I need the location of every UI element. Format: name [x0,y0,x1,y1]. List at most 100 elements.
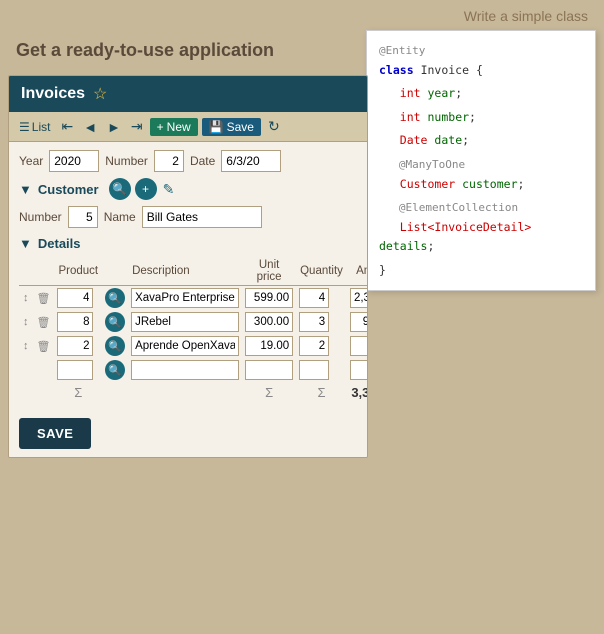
customer-name-label: Name [104,210,136,224]
customer-row: Number Name [19,206,357,228]
date-input[interactable] [221,150,281,172]
details-label: Details [38,236,81,251]
description-input[interactable] [131,312,239,332]
col-price-header: Unit price [242,257,296,286]
amount-input [350,336,368,356]
table-row-empty: 🔍 [19,358,368,382]
amount-input [350,312,368,332]
code-line-2: class Invoice { [379,61,583,81]
row-delete-button[interactable]: 🗑 [36,315,52,330]
product-search-button[interactable]: 🔍 [105,312,125,332]
product-input[interactable] [57,312,93,332]
customer-section-header: ▼ Customer 🔍 + ✎ [19,178,357,200]
col-amount-header: Amount [347,257,368,286]
customer-search-button[interactable]: 🔍 [109,178,131,200]
quantity-input-empty[interactable] [299,360,329,380]
row-delete-button[interactable]: 🗑 [36,339,52,354]
details-section: ▼ Details Product Description Unit price… [19,236,357,402]
top-right-label: Write a simple class [0,0,604,28]
table-row: ↕ 🗑 🔍 [19,334,368,358]
new-button[interactable]: + New [150,118,198,136]
quantity-input[interactable] [299,312,329,332]
product-search-button[interactable]: 🔍 [105,288,125,308]
customer-add-button[interactable]: + [135,178,157,200]
toolbar: ☰ List ⇤ ◄ ► ⇥ + New 💾 Save ↻ [9,112,367,142]
product-search-button[interactable]: 🔍 [105,336,125,356]
description-input[interactable] [131,288,239,308]
list-button[interactable]: ☰ List [15,118,54,136]
code-line-6: @ManyToOne [379,155,583,175]
table-row: ↕ 🗑 🔍 [19,286,368,311]
amount-input [350,288,368,308]
unit-price-input[interactable] [245,336,293,356]
save-icon: 💾 [209,120,224,134]
customer-number-input[interactable] [68,206,98,228]
customer-label: Customer [38,182,99,197]
amount-input-empty [350,360,368,380]
row-delete-button[interactable]: 🗑 [36,291,52,306]
quantity-input[interactable] [299,288,329,308]
details-toggle[interactable]: ▼ [19,236,32,251]
panel-title: Invoices [21,85,85,103]
unit-price-input[interactable] [245,312,293,332]
prev-button[interactable]: ◄ [80,117,100,137]
code-line-3: int year; [379,84,583,104]
sigma-qty: Σ [296,382,347,402]
new-label: New [167,120,191,134]
first-button[interactable]: ⇤ [58,116,76,137]
year-label: Year [19,154,43,168]
bottom-bar: SAVE [9,410,367,457]
description-input[interactable] [131,336,239,356]
col-description-header: Description [128,257,242,286]
code-line-1: @Entity [379,41,583,61]
main-panel: Invoices ☆ ☰ List ⇤ ◄ ► ⇥ + New 💾 Save ↻… [8,75,368,458]
quantity-input[interactable] [299,336,329,356]
save-toolbar-label: Save [227,120,254,134]
unit-price-input[interactable] [245,288,293,308]
number-input[interactable] [154,150,184,172]
code-line-10: } [379,261,583,281]
code-line-7: Customer customer; [379,175,583,195]
next-button[interactable]: ► [104,117,124,137]
sigma-product: Σ [54,382,102,402]
favorite-icon[interactable]: ☆ [93,84,107,104]
product-search-button-empty[interactable]: 🔍 [105,360,125,380]
product-input[interactable] [57,288,93,308]
refresh-button[interactable]: ↻ [265,116,283,137]
last-button[interactable]: ⇥ [128,116,146,137]
year-input[interactable] [49,150,99,172]
table-row: ↕ 🗑 🔍 [19,310,368,334]
code-line-9: List<InvoiceDetail> details; [379,218,583,257]
code-line-5: Date date; [379,131,583,151]
details-table: Product Description Unit price Quantity … [19,257,368,402]
product-input[interactable] [57,336,93,356]
top-left-label: Get a ready-to-use application [16,40,274,61]
number-label: Number [105,154,148,168]
total-amount: 3,334.00 [347,382,368,402]
product-input-empty[interactable] [57,360,93,380]
col-product-header: Product [54,257,102,286]
date-label: Date [190,154,215,168]
form-area: Year Number Date ▼ Customer 🔍 + ✎ Number… [9,142,367,410]
code-panel: @Entity class Invoice { int year; int nu… [366,30,596,291]
customer-toggle[interactable]: ▼ [19,182,32,197]
customer-edit-button[interactable]: ✎ [161,178,177,200]
customer-name-input[interactable] [142,206,262,228]
details-section-header: ▼ Details [19,236,357,251]
panel-header: Invoices ☆ [9,76,367,112]
col-quantity-header: Quantity [296,257,347,286]
save-button[interactable]: SAVE [19,418,91,449]
customer-number-label: Number [19,210,62,224]
sigma-price: Σ [242,382,296,402]
list-icon: ☰ [19,120,30,134]
save-toolbar-button[interactable]: 💾 Save [202,118,261,136]
sigma-row: Σ Σ Σ 3,334.00 [19,382,368,402]
customer-actions: 🔍 + ✎ [109,178,177,200]
row-reorder-button[interactable]: ↕ [22,315,30,329]
row-reorder-button[interactable]: ↕ [22,339,30,353]
description-input-empty[interactable] [131,360,239,380]
code-line-8: @ElementCollection [379,198,583,218]
unit-price-input-empty[interactable] [245,360,293,380]
row-reorder-button[interactable]: ↕ [22,291,30,305]
list-label: List [32,120,51,134]
